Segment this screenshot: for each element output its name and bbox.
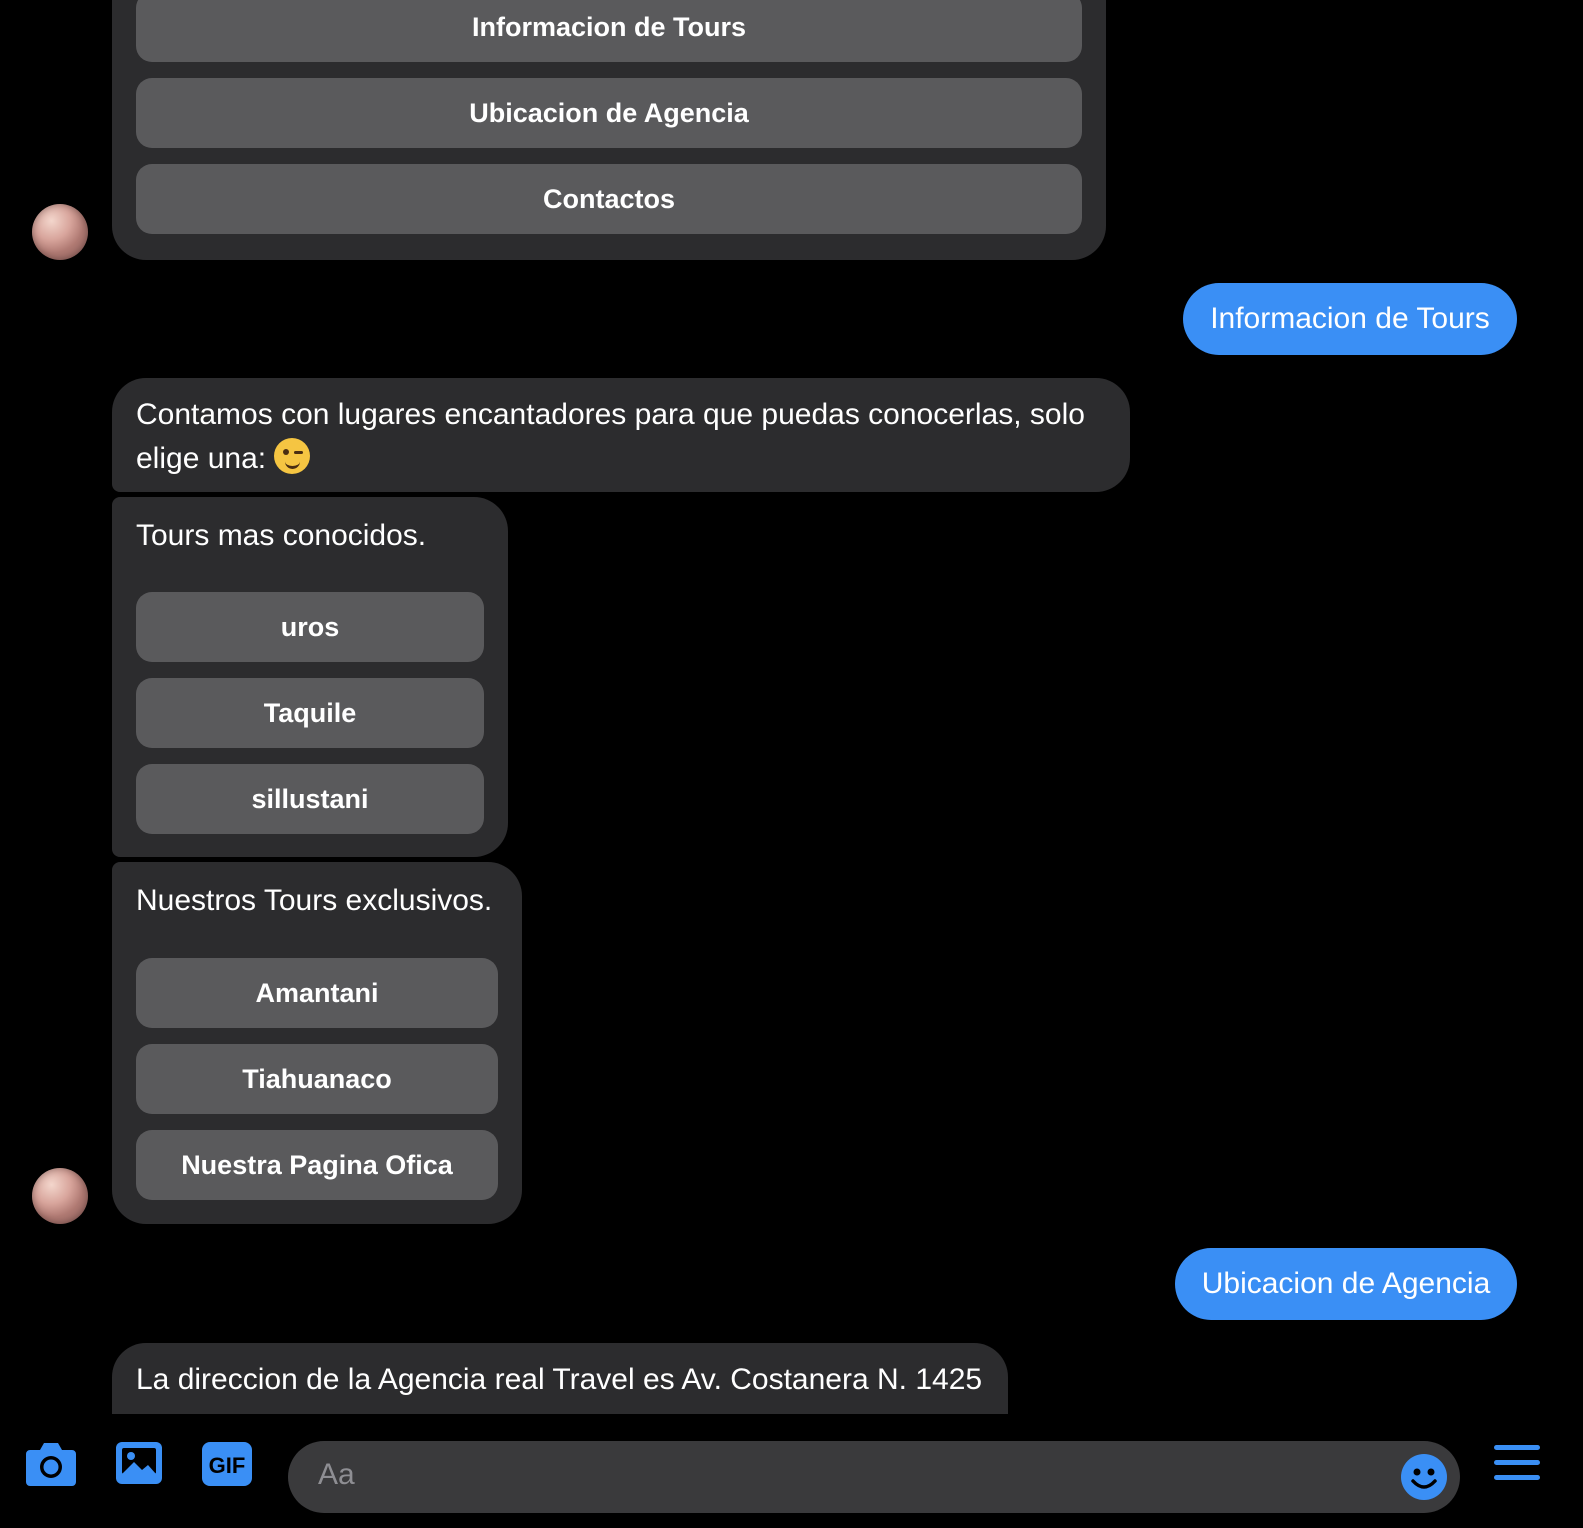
bot-avatar[interactable]: [32, 1168, 88, 1224]
message-input[interactable]: Aa: [288, 1441, 1460, 1513]
quick-reply-ubicacion-agencia[interactable]: Ubicacion de Agencia: [136, 78, 1082, 148]
tours-exclusive-card: Nuestros Tours exclusivos. Amantani Tiah…: [112, 862, 522, 1224]
message-input-placeholder: Aa: [318, 1458, 355, 1491]
button-uros[interactable]: uros: [136, 592, 484, 662]
camera-icon[interactable]: [24, 1440, 78, 1488]
message-text: La direccion de la Agencia real Travel e…: [136, 1363, 983, 1396]
winking-face-icon: [274, 438, 311, 474]
card-title: Tours mas conocidos.: [136, 519, 427, 552]
outgoing-message: Ubicacion de Agencia: [1175, 1248, 1517, 1320]
quick-reply-informacion-tours[interactable]: Informacion de Tours: [136, 0, 1082, 62]
button-taquile[interactable]: Taquile: [136, 678, 484, 748]
card-title: Nuestros Tours exclusivos.: [136, 884, 493, 917]
outgoing-message: Informacion de Tours: [1183, 283, 1517, 355]
incoming-message: Contamos con lugares encantadores para q…: [112, 378, 1130, 492]
svg-text:GIF: GIF: [209, 1453, 246, 1478]
gif-icon[interactable]: GIF: [200, 1440, 254, 1488]
bot-avatar[interactable]: [32, 204, 88, 260]
button-pagina-oficial[interactable]: Nuestra Pagina Ofica: [136, 1130, 498, 1200]
emoji-icon[interactable]: [1400, 1453, 1448, 1501]
button-sillustani[interactable]: sillustani: [136, 764, 484, 834]
image-icon[interactable]: [114, 1440, 164, 1486]
menu-card: Informacion de Tours Ubicacion de Agenci…: [112, 0, 1106, 260]
tours-known-card: Tours mas conocidos. uros Taquile sillus…: [112, 497, 508, 857]
menu-icon[interactable]: [1492, 1442, 1542, 1484]
button-amantani[interactable]: Amantani: [136, 958, 498, 1028]
quick-reply-contactos[interactable]: Contactos: [136, 164, 1082, 234]
composer-toolbar: GIF Aa: [0, 1414, 1583, 1528]
button-tiahuanaco[interactable]: Tiahuanaco: [136, 1044, 498, 1114]
